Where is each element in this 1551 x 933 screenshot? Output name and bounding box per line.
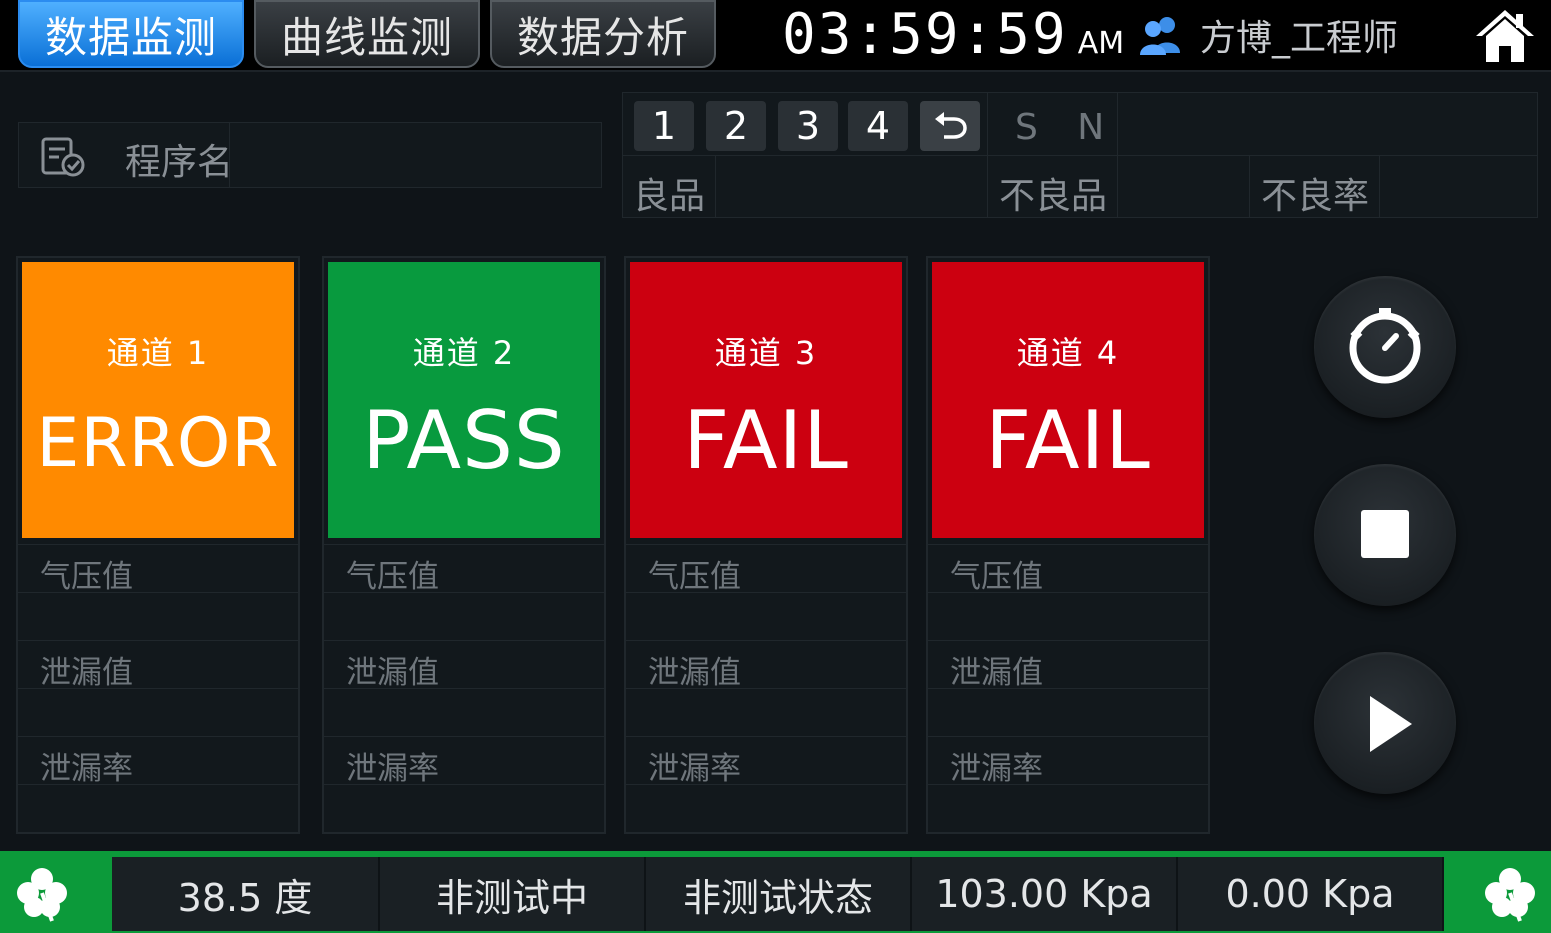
leak-value-row — [18, 688, 298, 736]
leak-rate-row: 泄漏率 — [626, 736, 906, 787]
home-button[interactable] — [1474, 6, 1536, 64]
start-button[interactable] — [1314, 652, 1456, 794]
leak-row: 泄漏值 — [626, 640, 906, 691]
leak-row: 泄漏值 — [18, 640, 298, 691]
leak-rate-label: 泄漏率 — [40, 751, 133, 787]
channel-state: PASS — [362, 394, 566, 487]
stats-divider — [987, 93, 988, 218]
channel-name: 通道 2 — [412, 334, 516, 372]
leak-value-row — [324, 688, 604, 736]
pressure-value-row — [928, 592, 1208, 640]
channel-status-block: 通道 1 ERROR — [22, 262, 294, 538]
channel-select-2[interactable]: 2 — [706, 101, 766, 151]
pressure-row: 气压值 — [928, 544, 1208, 595]
channel-card-3: 通道 3 FAIL 气压值 泄漏值 泄漏率 — [624, 256, 908, 834]
pressure-value-row — [324, 592, 604, 640]
leak-rate-label: 泄漏率 — [648, 751, 741, 787]
channel-state: FAIL — [985, 394, 1151, 487]
channel-card-4: 通道 4 FAIL 气压值 泄漏值 泄漏率 — [926, 256, 1210, 834]
pressure-label: 气压值 — [40, 559, 133, 595]
leak-rate-value-row — [928, 784, 1208, 832]
channel-select-4[interactable]: 4 — [848, 101, 908, 151]
channel-card-2: 通道 2 PASS 气压值 泄漏值 泄漏率 — [322, 256, 606, 834]
channel-name: 通道 3 — [714, 334, 818, 372]
user-info[interactable]: 方博_工程师 — [1138, 8, 1398, 62]
leak-label: 泄漏值 — [950, 655, 1043, 691]
pressure-readout-2: 0.00 Kpa — [1178, 857, 1444, 931]
pressure-row: 气压值 — [324, 544, 604, 595]
reset-button[interactable] — [920, 101, 980, 151]
users-icon — [1140, 17, 1180, 55]
sn-label: S N — [1015, 107, 1119, 148]
channel-status-block: 通道 2 PASS — [328, 262, 600, 538]
undo-icon — [935, 112, 967, 139]
timer-button[interactable] — [1314, 276, 1456, 418]
leak-rate-row: 泄漏率 — [18, 736, 298, 787]
leak-value-row — [626, 688, 906, 736]
test-state-readout: 非测试中 — [380, 857, 646, 931]
top-bar: 数据监测 曲线监测 数据分析 03:59:59 AM 方博_工程师 — [0, 0, 1551, 72]
channel-state: ERROR — [36, 404, 280, 483]
tab-data-analysis[interactable]: 数据分析 — [490, 0, 716, 68]
channel-name: 通道 4 — [1016, 334, 1120, 372]
channel-state: FAIL — [683, 394, 849, 487]
clock: 03:59:59 AM — [782, 2, 1125, 67]
test-mode-readout: 非测试状态 — [646, 857, 912, 931]
tab-data-monitor[interactable]: 数据监测 — [18, 0, 244, 68]
pressure-readout-1: 103.00 Kpa — [912, 857, 1178, 931]
clover-icon — [1485, 868, 1535, 922]
play-icon — [1370, 696, 1412, 752]
leak-rate-value-row — [324, 784, 604, 832]
leak-rate-value-row — [626, 784, 906, 832]
leak-label: 泄漏值 — [40, 655, 133, 691]
leak-rate-row: 泄漏率 — [928, 736, 1208, 787]
program-panel: 程序名 — [18, 122, 602, 188]
stats-divider — [715, 156, 716, 218]
channel-card-1: 通道 1 ERROR 气压值 泄漏值 泄漏率 — [16, 256, 300, 834]
timer-icon — [1349, 308, 1421, 384]
channel-select-1[interactable]: 1 — [634, 101, 694, 151]
pressure-row: 气压值 — [626, 544, 906, 595]
stats-divider — [1379, 156, 1380, 218]
home-icon — [1476, 10, 1534, 62]
leak-rate-label: 泄漏率 — [346, 751, 439, 787]
channel-select-3[interactable]: 3 — [778, 101, 838, 151]
leak-label: 泄漏值 — [346, 655, 439, 691]
pressure-label: 气压值 — [346, 559, 439, 595]
clock-time: 03:59:59 — [782, 2, 1068, 67]
stop-icon — [1361, 510, 1409, 558]
program-check-icon — [41, 137, 85, 177]
bad-label: 不良品 — [999, 176, 1108, 217]
program-divider — [229, 123, 230, 187]
stats-divider — [623, 155, 1537, 156]
stats-divider — [1249, 156, 1250, 218]
leak-rate-label: 泄漏率 — [950, 751, 1043, 787]
tab-curve-monitor[interactable]: 曲线监测 — [254, 0, 480, 68]
channel-status-block: 通道 4 FAIL — [932, 262, 1204, 538]
pressure-label: 气压值 — [648, 559, 741, 595]
stop-button[interactable] — [1314, 464, 1456, 606]
program-label: 程序名 — [125, 142, 234, 183]
bad-rate-label: 不良率 — [1261, 176, 1370, 217]
pressure-value-row — [626, 592, 906, 640]
leak-row: 泄漏值 — [324, 640, 604, 691]
leak-row: 泄漏值 — [928, 640, 1208, 691]
leak-rate-value-row — [18, 784, 298, 832]
channel-name: 通道 1 — [106, 334, 210, 372]
pressure-row: 气压值 — [18, 544, 298, 595]
stats-panel: 1 2 3 4 S N 良品 不良品 不良率 — [622, 92, 1538, 218]
leak-label: 泄漏值 — [648, 655, 741, 691]
good-label: 良品 — [633, 176, 706, 217]
temperature-readout: 38.5 度 — [112, 857, 380, 931]
channel-status-block: 通道 3 FAIL — [630, 262, 902, 538]
clover-icon — [17, 868, 67, 922]
leak-rate-row: 泄漏率 — [324, 736, 604, 787]
user-name: 方博_工程师 — [1200, 18, 1399, 59]
pressure-value-row — [18, 592, 298, 640]
pressure-label: 气压值 — [950, 559, 1043, 595]
leak-value-row — [928, 688, 1208, 736]
clock-ampm: AM — [1077, 26, 1125, 61]
status-bar: 38.5 度 非测试中 非测试状态 103.00 Kpa 0.00 Kpa — [0, 851, 1551, 933]
